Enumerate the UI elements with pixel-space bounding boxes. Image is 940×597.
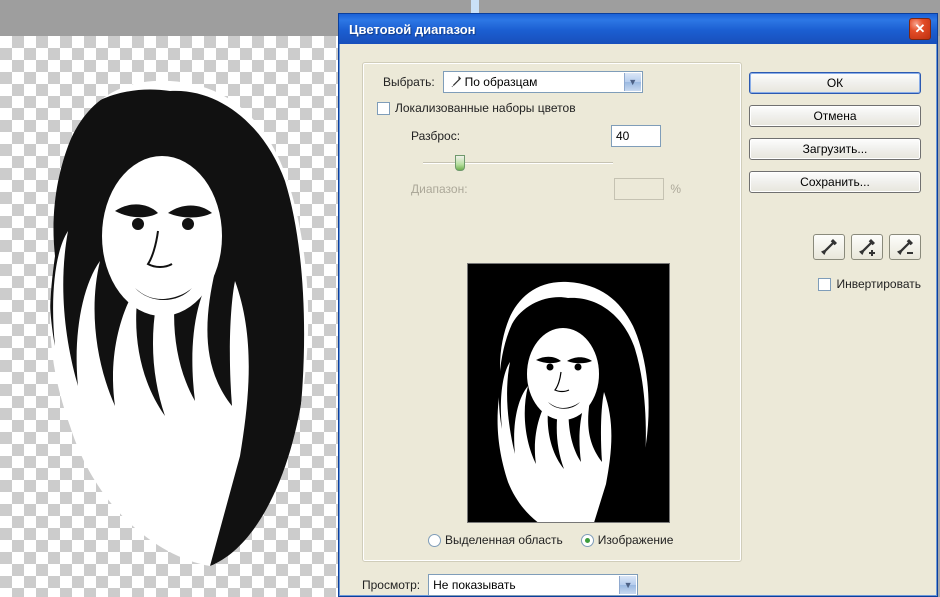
- slider-thumb[interactable]: [455, 155, 465, 171]
- radio-selection[interactable]: [428, 534, 441, 547]
- eyedropper-tool[interactable]: [813, 234, 845, 260]
- fuzziness-label: Разброс:: [411, 129, 460, 143]
- titlebar-edge: [471, 0, 479, 13]
- cancel-button[interactable]: Отмена: [749, 105, 921, 127]
- preview-mode-row: Просмотр: Не показывать ▼: [362, 574, 638, 596]
- ok-button[interactable]: ОК: [749, 72, 921, 94]
- eyedropper-minus-icon: [896, 238, 914, 256]
- eyedropper-tools: [801, 234, 921, 260]
- canvas-area[interactable]: [0, 36, 345, 597]
- chevron-down-icon: ▼: [619, 576, 636, 594]
- dialog-titlebar[interactable]: Цветовой диапазон ✕: [339, 14, 937, 44]
- load-button[interactable]: Загрузить...: [749, 138, 921, 160]
- eyedropper-icon: [448, 75, 462, 89]
- range-label: Диапазон:: [411, 182, 468, 196]
- localized-colors-label: Локализованные наборы цветов: [395, 101, 576, 115]
- radio-image[interactable]: [581, 534, 594, 547]
- localized-colors-checkbox[interactable]: [377, 102, 390, 115]
- eyedropper-icon: [820, 238, 838, 256]
- preview-mode-value: Не показывать: [433, 578, 515, 592]
- color-range-dialog: Цветовой диапазон ✕ Выбрать: По образцам…: [338, 13, 938, 597]
- close-icon: ✕: [915, 21, 926, 37]
- invert-row: Инвертировать: [818, 277, 921, 291]
- dialog-buttons-column: ОК Отмена Загрузить... Сохранить...: [749, 72, 921, 193]
- chevron-down-icon: ▼: [624, 73, 641, 91]
- save-button[interactable]: Сохранить...: [749, 171, 921, 193]
- radio-selection-label: Выделенная область: [445, 533, 563, 547]
- range-unit: %: [670, 182, 681, 196]
- selection-preview[interactable]: [467, 263, 670, 523]
- main-group: Выбрать: По образцам ▼ Локализованные на…: [362, 62, 742, 562]
- preview-mode-dropdown[interactable]: Не показывать ▼: [428, 574, 638, 596]
- close-button[interactable]: ✕: [909, 18, 931, 40]
- select-mode-value: По образцам: [465, 75, 538, 89]
- select-mode-dropdown[interactable]: По образцам ▼: [443, 71, 643, 93]
- preview-mode-label: Просмотр:: [362, 578, 420, 592]
- dialog-body: Выбрать: По образцам ▼ Локализованные на…: [339, 44, 937, 596]
- invert-checkbox[interactable]: [818, 278, 831, 291]
- canvas-image: [0, 36, 345, 597]
- radio-image-label: Изображение: [598, 533, 674, 547]
- eyedropper-add-tool[interactable]: [851, 234, 883, 260]
- slider-track: [423, 162, 613, 164]
- dialog-title: Цветовой диапазон: [349, 22, 909, 37]
- eyedropper-subtract-tool[interactable]: [889, 234, 921, 260]
- range-input: [614, 178, 664, 200]
- fuzziness-slider[interactable]: [423, 153, 613, 173]
- eyedropper-plus-icon: [858, 238, 876, 256]
- invert-label: Инвертировать: [836, 277, 921, 291]
- select-label: Выбрать:: [383, 75, 435, 89]
- fuzziness-input[interactable]: [611, 125, 661, 147]
